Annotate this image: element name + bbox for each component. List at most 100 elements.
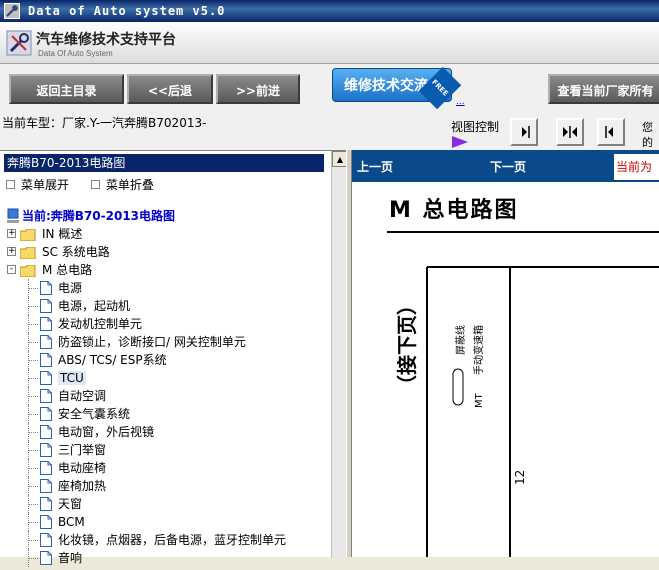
tree-item[interactable]: 电源 xyxy=(6,279,330,297)
diagram-title: M 总电路图 xyxy=(389,198,519,223)
tree-item[interactable]: 电源，起动机 xyxy=(6,297,330,315)
tech-exchange-label: 维修技术交流 xyxy=(344,78,428,94)
tree-group[interactable]: + SC 系统电路 xyxy=(6,243,330,261)
tree-item[interactable]: 安全气囊系统 xyxy=(6,405,330,423)
wrench-logo-icon xyxy=(6,30,32,56)
shield-label: 屏蔽线 xyxy=(454,325,467,355)
next-page-link[interactable]: 下一页 xyxy=(490,158,526,175)
plus-icon[interactable]: + xyxy=(7,247,16,256)
document-icon xyxy=(40,479,52,493)
tree-line xyxy=(28,540,38,541)
nav-bar: 返回主目录 <<后退 >>前进 维修技术交流 FREE ... 查看当前厂家所有 xyxy=(0,64,659,110)
manual-gearbox-label: 手动变速箱 xyxy=(472,325,485,375)
document-icon xyxy=(40,461,52,475)
tree-item[interactable]: 化妆镜，点烟器，后备电源，蓝牙控制单元 xyxy=(6,531,330,549)
tech-exchange-button[interactable]: 维修技术交流 FREE xyxy=(332,66,462,110)
tree-item[interactable]: 自动空调 xyxy=(6,387,330,405)
document-icon xyxy=(40,533,52,547)
circuit-diagram[interactable]: （接下页） 屏蔽线 手动变速箱 MT 12 xyxy=(352,240,659,557)
expand-left-button[interactable] xyxy=(597,118,625,146)
play-arrow-icon xyxy=(452,136,468,151)
plus-icon[interactable]: + xyxy=(7,229,16,238)
tree-item[interactable]: 发动机控制单元 xyxy=(6,315,330,333)
document-icon xyxy=(40,371,52,385)
tree-group[interactable]: - M 总电路 xyxy=(6,261,330,279)
collapse-checkbox[interactable] xyxy=(90,180,100,189)
tree-line xyxy=(28,558,38,559)
tree-item-label: 音响 xyxy=(58,551,83,565)
tree-item[interactable]: 三门举窗 xyxy=(6,441,330,459)
app-title-en: Data Of Auto System xyxy=(38,49,113,58)
tree-group[interactable]: + IN 概述 xyxy=(6,225,330,243)
app-title-cn: 汽车维修技术支持平台 xyxy=(36,32,176,48)
tree-line xyxy=(28,414,38,415)
current-vehicle: 当前车型：厂家.Y-一汽奔腾B702013- xyxy=(2,116,207,130)
document-icon xyxy=(40,335,52,349)
tree-item-label: 发动机控制单元 xyxy=(58,317,143,331)
wire-number-label: 12 xyxy=(513,470,527,485)
tree-item[interactable]: 电动窗，外后视镜 xyxy=(6,423,330,441)
tree-view: 当前:奔腾B70-2013电路图 + IN 概述 + SC 系统电路 - M 总电路 电源… xyxy=(6,207,330,567)
free-badge: FREE xyxy=(419,66,462,110)
tree-header[interactable]: 奔腾B70-2013电路图 xyxy=(4,154,324,172)
tree-item[interactable]: 防盗锁止，诊断接口/ 网关控制单元 xyxy=(6,333,330,351)
folder-icon xyxy=(19,228,36,242)
tree-item-label: TCU xyxy=(58,371,86,385)
tree-item[interactable]: BCM xyxy=(6,513,330,531)
tree-line xyxy=(28,486,38,487)
page-bar: 上一页 下一页 当前为 xyxy=(352,150,659,182)
document-icon xyxy=(40,551,52,565)
tree-item[interactable]: 座椅加热 xyxy=(6,477,330,495)
forward-button[interactable]: >>前进 xyxy=(216,74,300,104)
document-icon xyxy=(40,443,52,457)
tree-item-label: 化妆镜，点烟器，后备电源，蓝牙控制单元 xyxy=(58,533,287,547)
document-icon xyxy=(40,407,52,421)
back-button[interactable]: <<后退 xyxy=(127,74,213,104)
tree-line xyxy=(28,522,38,523)
mt-label: MT xyxy=(474,392,485,408)
tree-item[interactable]: 音响 xyxy=(6,549,330,567)
manufacturer-button[interactable]: 查看当前厂家所有 xyxy=(548,74,659,104)
document-icon xyxy=(40,389,52,403)
tree-line xyxy=(28,360,38,361)
expand-right-icon xyxy=(522,126,530,138)
tree-item-label: 电源 xyxy=(58,281,83,295)
tree-line xyxy=(28,306,38,307)
tree-group-label: SC 系统电路 xyxy=(42,245,110,259)
window-titlebar: Data of Auto system v5.0 xyxy=(0,0,659,22)
tree-line xyxy=(28,324,38,325)
document-icon xyxy=(40,281,52,295)
expand-label: 菜单展开 xyxy=(21,178,70,192)
tree-scrollbar[interactable]: ▲ xyxy=(331,151,348,558)
tree-item-label: ABS/ TCS/ ESP系统 xyxy=(58,353,167,367)
expand-checkbox[interactable] xyxy=(6,180,15,189)
minus-icon[interactable]: - xyxy=(7,265,16,274)
tree-root-label: 当前:奔腾B70-2013电路图 xyxy=(22,209,176,223)
tree-group-label: IN 概述 xyxy=(42,227,83,241)
view-control-label: 视图控制 xyxy=(451,120,500,134)
tree-item-label: 电源，起动机 xyxy=(58,299,131,313)
tree-line xyxy=(28,288,38,289)
tree-item[interactable]: ABS/ TCS/ ESP系统 xyxy=(6,351,330,369)
tree-line xyxy=(28,378,38,379)
tree-item-label: BCM xyxy=(58,515,85,529)
tree-item-label: 座椅加热 xyxy=(58,479,107,493)
tree-group-label: M 总电路 xyxy=(42,263,93,277)
window-title: Data of Auto system v5.0 xyxy=(28,4,226,18)
tree-item-label: 防盗锁止，诊断接口/ 网关控制单元 xyxy=(58,335,246,349)
split-view-button[interactable] xyxy=(556,118,584,146)
prev-page-link[interactable]: 上一页 xyxy=(357,158,393,175)
diagram-viewer: 上一页 下一页 当前为 M 总电路图 （接下页） 屏蔽线 手动变速箱 MT 12 xyxy=(352,150,659,557)
folder-icon xyxy=(19,264,36,278)
exchange-link[interactable]: ... xyxy=(456,97,465,107)
expand-right-button[interactable] xyxy=(510,118,538,146)
tree-item[interactable]: 天窗 xyxy=(6,495,330,513)
title-rule xyxy=(387,231,659,233)
document-icon xyxy=(40,497,52,511)
tree-item[interactable]: 电动座椅 xyxy=(6,459,330,477)
document-icon xyxy=(40,425,52,439)
tree-item[interactable]: TCU xyxy=(6,369,330,387)
home-button[interactable]: 返回主目录 xyxy=(9,74,124,104)
tree-root[interactable]: 当前:奔腾B70-2013电路图 xyxy=(6,207,330,225)
tree-line xyxy=(28,450,38,451)
